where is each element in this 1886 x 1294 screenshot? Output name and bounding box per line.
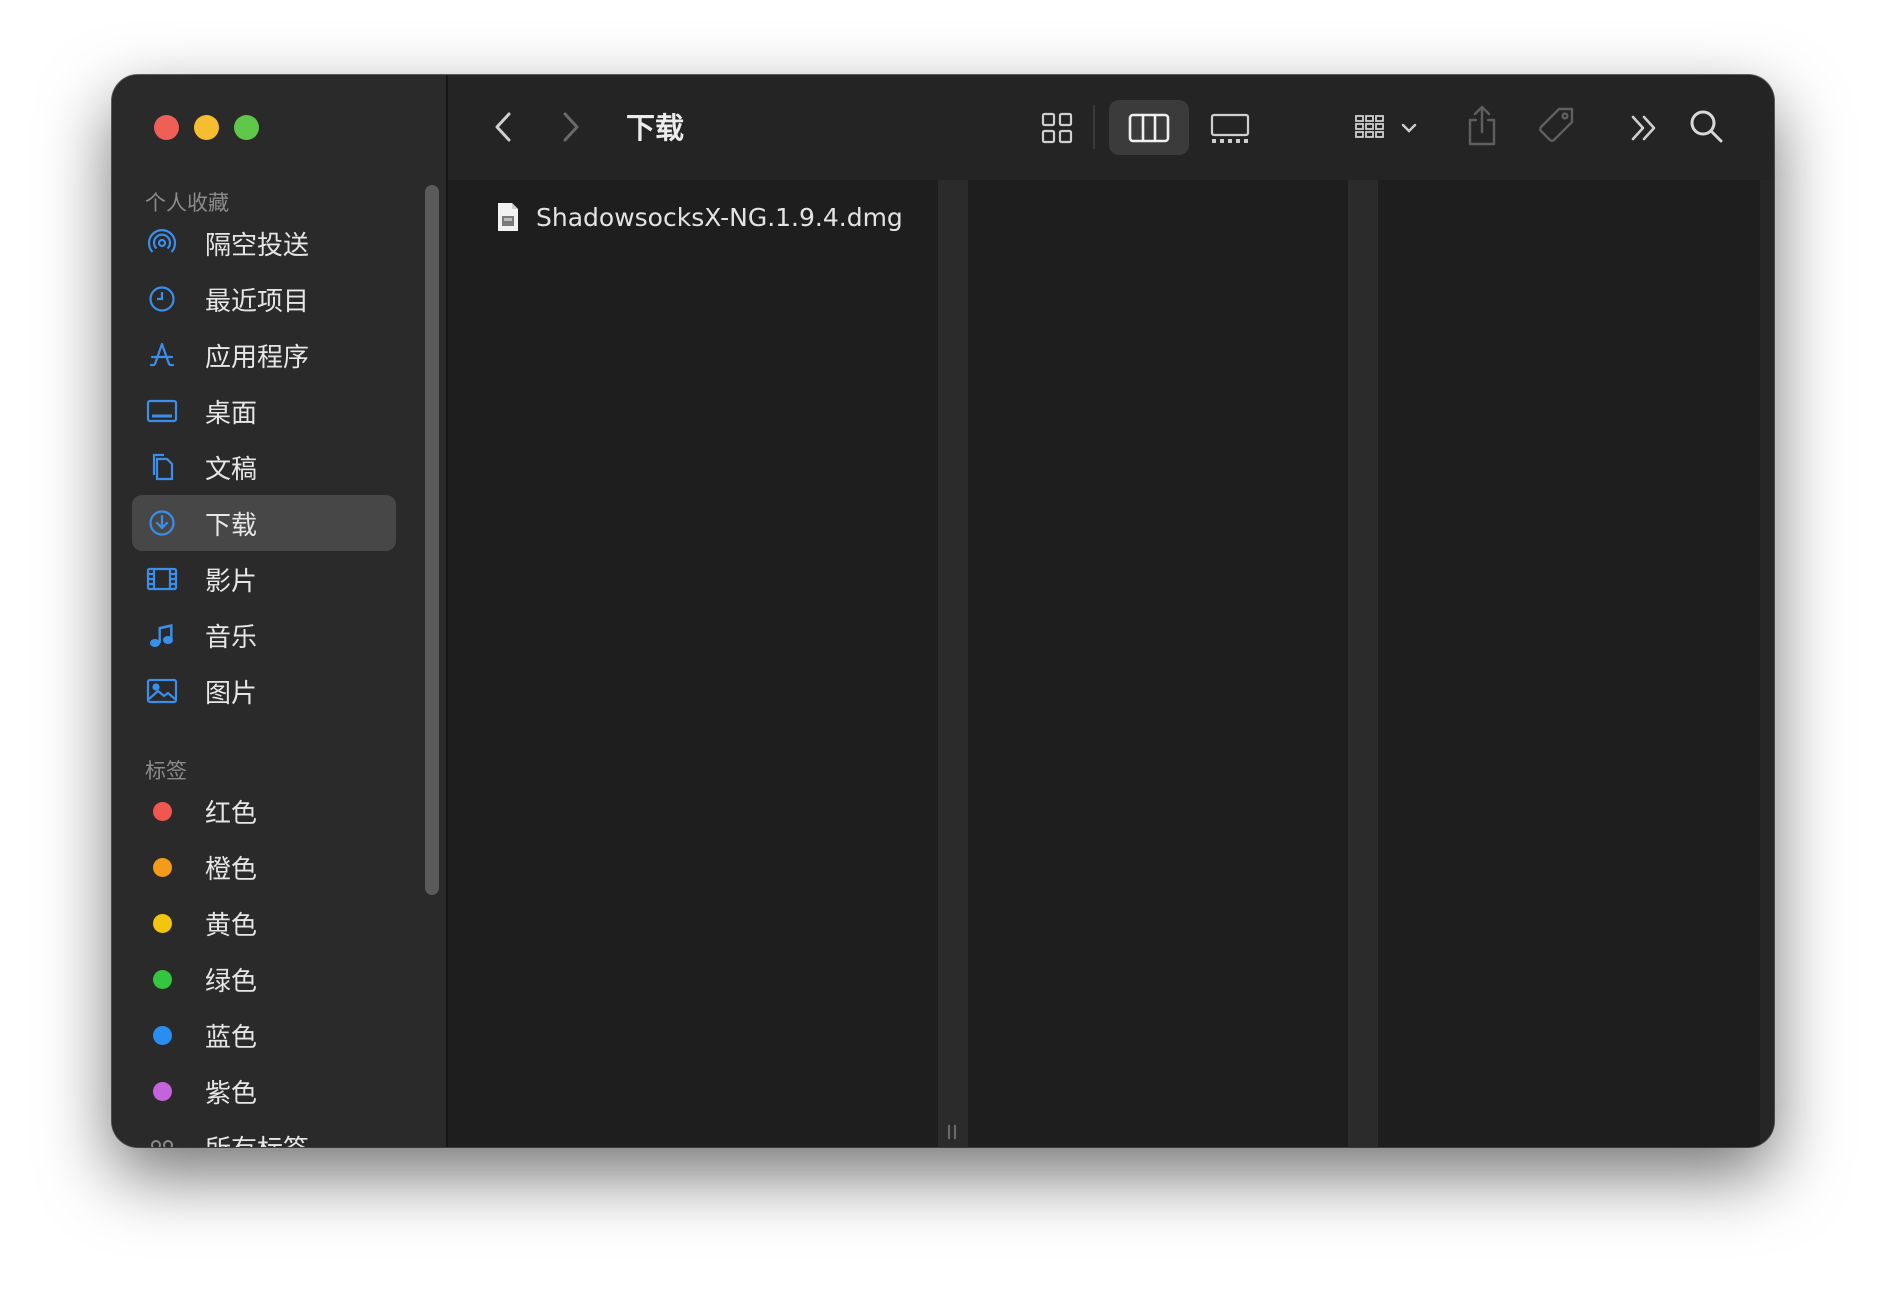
column-2: [968, 180, 1348, 1147]
document-icon: [146, 451, 178, 483]
disk-image-icon: [498, 203, 518, 231]
favorites-section-title: 个人收藏: [145, 191, 229, 215]
sidebar-item-desktop[interactable]: 桌面: [132, 383, 396, 439]
tag-item-purple[interactable]: 紫色: [132, 1063, 396, 1119]
more-button[interactable]: [1624, 108, 1664, 148]
tag-dot: [146, 795, 178, 827]
sidebar-item-label: 隔空投送: [205, 230, 310, 261]
columns-icon: [1128, 112, 1170, 144]
file-name: ShadowsocksX-NG.1.9.4.dmg: [536, 202, 903, 232]
sidebar-item-airdrop[interactable]: 隔空投送: [132, 215, 396, 271]
window-controls: [154, 115, 259, 140]
gallery-view-button[interactable]: [1208, 108, 1252, 148]
gallery-icon: [1210, 113, 1250, 143]
forward-button[interactable]: [556, 105, 586, 149]
tag-item-orange[interactable]: 橙色: [132, 839, 396, 895]
column-resize-handle[interactable]: [948, 1125, 956, 1139]
music-icon: [146, 619, 178, 651]
sidebar-item-music[interactable]: 音乐: [132, 607, 396, 663]
sidebar-item-pictures[interactable]: 图片: [132, 663, 396, 719]
sidebar-item-movies[interactable]: 影片: [132, 551, 396, 607]
sidebar-item-recents[interactable]: 最近项目: [132, 271, 396, 327]
column-1: ShadowsocksX-NG.1.9.4.dmg: [448, 180, 938, 1147]
finder-window: 个人收藏 隔空投送 最近项目 应用程序 桌面 文稿 下载 影片 音乐 图片 标签…: [112, 75, 1774, 1147]
tag-icon: [1539, 107, 1574, 142]
tag-label: 黄色: [205, 910, 258, 941]
group-by-button[interactable]: [1351, 108, 1421, 148]
share-icon: [1468, 105, 1496, 146]
tag-label: 所有标签…: [205, 1129, 335, 1148]
tag-label: 橙色: [205, 854, 258, 885]
all-tags-icon: [146, 1131, 178, 1147]
tag-dot: [146, 1075, 178, 1107]
sidebar-item-label: 文稿: [205, 454, 258, 485]
tag-item-all[interactable]: 所有标签…: [132, 1119, 396, 1147]
photo-icon: [146, 675, 178, 707]
double-chevron-icon: [1631, 115, 1656, 141]
column-divider[interactable]: [1348, 180, 1378, 1147]
column-divider[interactable]: [938, 180, 968, 1147]
tag-item-blue[interactable]: 蓝色: [132, 1007, 396, 1063]
tag-button[interactable]: [1534, 103, 1580, 149]
sidebar-item-label: 音乐: [205, 622, 258, 653]
tag-label: 绿色: [205, 966, 258, 997]
tag-label: 红色: [205, 798, 258, 829]
back-button[interactable]: [488, 105, 518, 149]
sidebar-item-label: 图片: [205, 678, 258, 709]
column-browser: ShadowsocksX-NG.1.9.4.dmg: [448, 180, 1774, 1147]
grid-icon: [1041, 112, 1073, 144]
column-view-button[interactable]: [1109, 100, 1189, 155]
airdrop-icon: [146, 227, 178, 259]
search-icon: [1690, 110, 1723, 143]
clock-icon: [146, 283, 178, 315]
icon-view-button[interactable]: [1037, 108, 1077, 148]
tag-item-green[interactable]: 绿色: [132, 951, 396, 1007]
download-icon: [146, 507, 178, 539]
sidebar-item-label: 桌面: [205, 398, 258, 429]
apps-icon: [146, 339, 178, 371]
tag-item-red[interactable]: 红色: [132, 783, 396, 839]
search-button[interactable]: [1684, 104, 1728, 148]
zoom-button[interactable]: [234, 115, 259, 140]
desktop-icon: [146, 395, 178, 427]
sidebar-item-label: 影片: [205, 566, 258, 597]
share-button[interactable]: [1462, 101, 1502, 151]
sidebar-scrollbar[interactable]: [425, 185, 439, 895]
content-edge: [1760, 180, 1774, 1147]
tags-section-title: 标签: [145, 759, 187, 783]
group-icon: [1355, 115, 1417, 138]
sidebar: 个人收藏 隔空投送 最近项目 应用程序 桌面 文稿 下载 影片 音乐 图片 标签…: [112, 75, 448, 1147]
tag-label: 紫色: [205, 1078, 258, 1109]
tag-item-yellow[interactable]: 黄色: [132, 895, 396, 951]
film-icon: [146, 563, 178, 595]
close-button[interactable]: [154, 115, 179, 140]
toolbar: 下载: [448, 75, 1774, 180]
favorites-list: 隔空投送 最近项目 应用程序 桌面 文稿 下载 影片 音乐 图片: [132, 215, 396, 719]
tag-dot: [146, 851, 178, 883]
column-3: [1378, 180, 1758, 1147]
chevron-right-icon: [563, 112, 579, 142]
tag-dot: [146, 1019, 178, 1051]
sidebar-item-label: 应用程序: [205, 342, 310, 373]
tag-dot: [146, 963, 178, 995]
chevron-left-icon: [495, 112, 511, 142]
sidebar-item-downloads[interactable]: 下载: [132, 495, 396, 551]
file-item[interactable]: ShadowsocksX-NG.1.9.4.dmg: [496, 202, 903, 232]
sidebar-item-label: 最近项目: [205, 286, 310, 317]
tag-dot: [146, 907, 178, 939]
sidebar-item-label: 下载: [205, 510, 258, 541]
sidebar-item-documents[interactable]: 文稿: [132, 439, 396, 495]
window-title: 下载: [626, 111, 685, 145]
minimize-button[interactable]: [194, 115, 219, 140]
sidebar-item-applications[interactable]: 应用程序: [132, 327, 396, 383]
tags-list: 红色 橙色 黄色 绿色 蓝色 紫色: [132, 783, 396, 1147]
toolbar-separator: [1093, 105, 1095, 149]
tag-label: 蓝色: [205, 1022, 258, 1053]
